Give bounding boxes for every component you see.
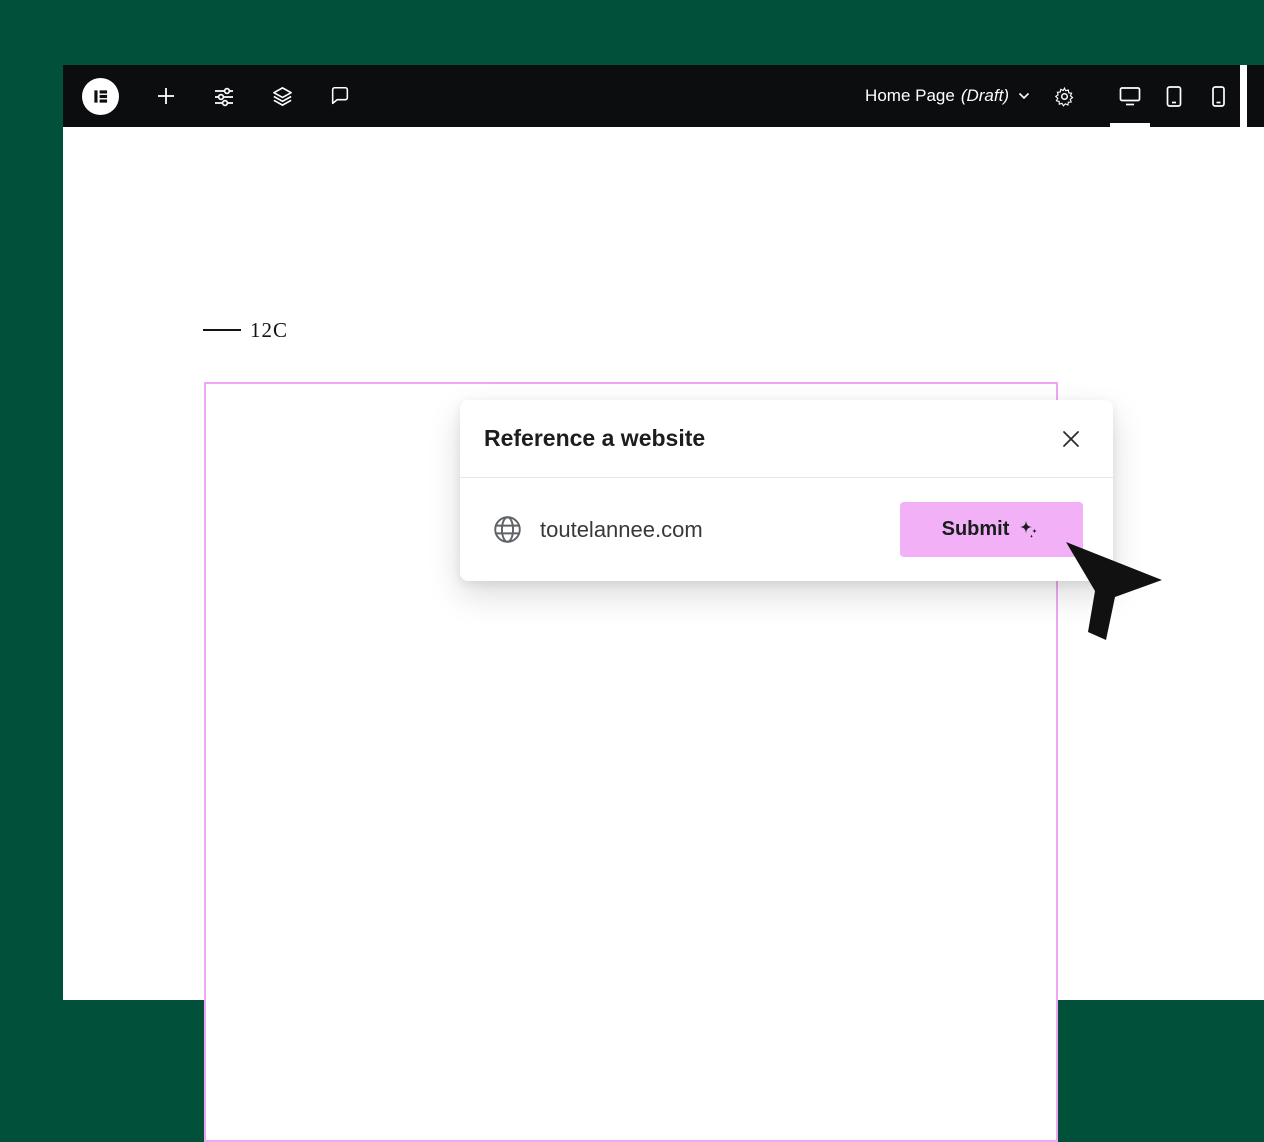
layers-icon	[271, 85, 294, 108]
logo-rule	[203, 329, 241, 331]
tablet-icon	[1165, 85, 1183, 108]
site-settings-button[interactable]	[213, 65, 235, 127]
submit-button-label: Submit	[942, 518, 1010, 541]
top-bar-edge-panel	[1247, 65, 1264, 127]
structure-button[interactable]	[271, 65, 293, 127]
globe-icon	[492, 514, 523, 545]
page-settings-button[interactable]	[1044, 65, 1084, 127]
document-status: (Draft)	[961, 86, 1009, 106]
elementor-logo-icon	[90, 86, 111, 107]
top-bar-right-group: Home Page (Draft)	[865, 65, 1264, 127]
responsive-mode-switcher	[1108, 65, 1240, 127]
site-logo-text: 12C	[250, 318, 288, 341]
editor-top-bar: Home Page (Draft)	[63, 65, 1264, 127]
elementor-menu-button[interactable]	[82, 78, 119, 115]
desktop-mode-button[interactable]	[1108, 65, 1152, 127]
top-bar-divider	[1240, 65, 1247, 127]
chevron-down-icon	[1018, 92, 1030, 100]
mobile-icon	[1211, 85, 1226, 108]
website-url-value[interactable]: toutelannee.com	[540, 517, 703, 543]
mobile-mode-button[interactable]	[1196, 65, 1240, 127]
close-button[interactable]	[1057, 425, 1085, 453]
reference-website-modal: Reference a website toutelannee.com Subm…	[460, 400, 1113, 581]
close-icon	[1060, 428, 1082, 450]
comment-icon	[329, 85, 351, 107]
ai-sparkle-icon	[1017, 518, 1041, 542]
add-element-button[interactable]	[155, 65, 177, 127]
site-logo: 12C	[203, 318, 288, 341]
sliders-icon	[213, 85, 235, 107]
modal-title: Reference a website	[484, 425, 705, 452]
modal-body: toutelannee.com Submit	[460, 478, 1113, 581]
gear-icon	[1054, 86, 1075, 107]
document-switcher[interactable]: Home Page (Draft)	[865, 86, 1044, 106]
desktop-icon	[1118, 85, 1142, 107]
plus-icon	[155, 85, 177, 107]
submit-button[interactable]: Submit	[900, 502, 1083, 557]
tablet-mode-button[interactable]	[1152, 65, 1196, 127]
modal-header: Reference a website	[460, 400, 1113, 478]
elementor-editor: { "colors": { "brand_green": "#00503A", …	[0, 0, 1264, 1000]
notes-button[interactable]	[329, 65, 351, 127]
document-title: Home Page	[865, 86, 955, 106]
